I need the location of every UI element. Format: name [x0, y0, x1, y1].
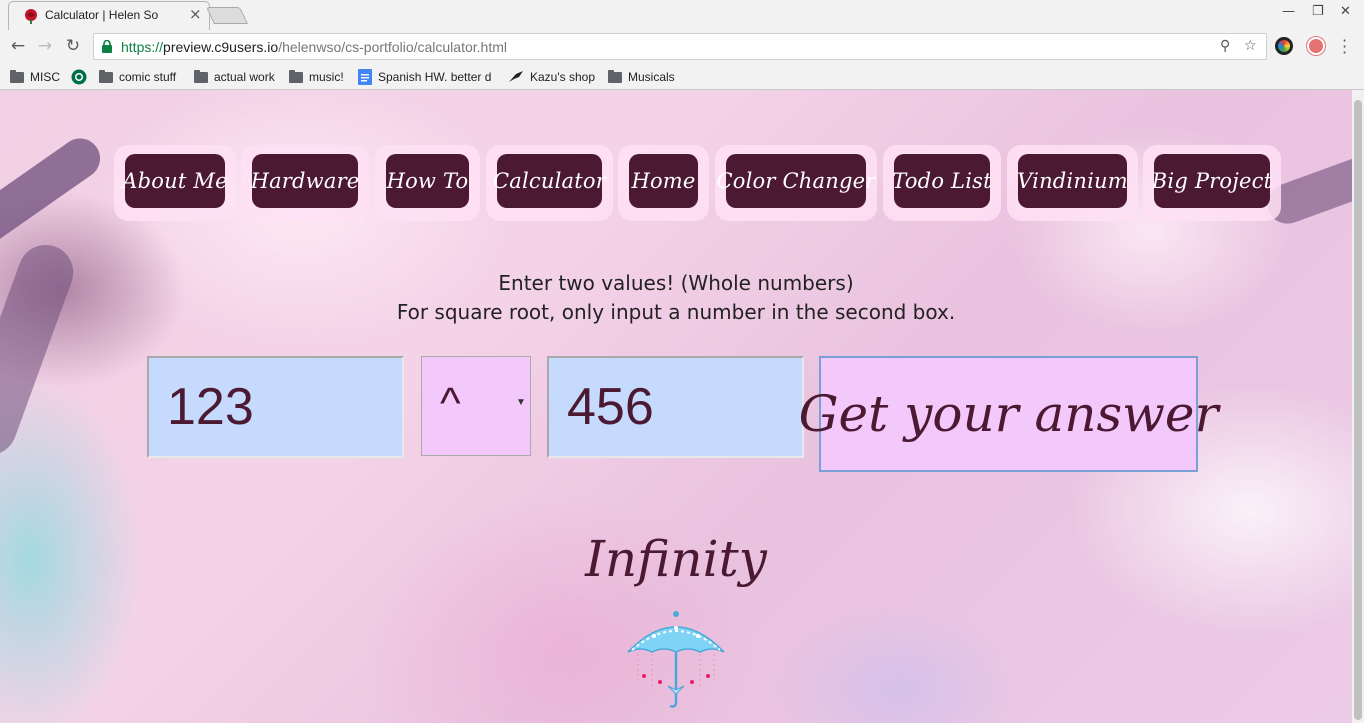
nav-item-vindinium: Vindinium: [1007, 145, 1138, 221]
new-tab-button[interactable]: [206, 7, 248, 24]
reload-icon[interactable]: ↻: [62, 36, 84, 56]
nav-item-about-me: About Me: [114, 145, 236, 221]
restore-icon[interactable]: ❐: [1312, 4, 1324, 19]
folder-icon: [10, 69, 24, 83]
bookmark-star-icon[interactable]: ☆: [1244, 38, 1257, 54]
bookmark-spanish-hw[interactable]: Spanish HW. better d: [358, 68, 491, 86]
bookmark-kazus-shop[interactable]: Kazu's shop: [508, 68, 595, 86]
nav-item-big-project: Big Project: [1143, 145, 1281, 221]
instructions-line-1: Enter two values! (Whole numbers): [498, 271, 854, 295]
tab-title: Calculator | Helen So: [45, 8, 159, 22]
lock-icon: [102, 40, 112, 53]
bookmark-comic-stuff[interactable]: comic stuff: [99, 68, 176, 86]
bookmark-music[interactable]: music!: [289, 68, 344, 86]
nav-button-home[interactable]: Home: [629, 154, 698, 208]
nav-button-hardware[interactable]: Hardware: [251, 154, 359, 208]
scrollbar-thumb[interactable]: [1354, 100, 1362, 720]
operator-select[interactable]: ^ ▼: [421, 356, 531, 456]
window-close-icon[interactable]: ✕: [1340, 4, 1351, 19]
menu-icon[interactable]: · · ·: [1342, 33, 1347, 61]
operator-value: ^: [440, 379, 461, 428]
tab-calculator[interactable]: Calculator | Helen So ×: [8, 1, 210, 30]
folder-icon: [194, 69, 208, 83]
folder-icon: [99, 69, 113, 83]
nav-button-calculator[interactable]: Calculator: [493, 154, 606, 208]
forward-icon[interactable]: →: [34, 36, 56, 56]
instructions-line-2: For square root, only input a number in …: [396, 300, 956, 324]
bookmark-actual-work[interactable]: actual work: [194, 68, 275, 86]
color-extension-icon[interactable]: [1275, 37, 1293, 55]
nav-button-vindinium[interactable]: Vindinium: [1017, 154, 1128, 208]
bookmark-musicals[interactable]: Musicals: [608, 68, 675, 86]
rose-favicon-icon: [25, 9, 37, 24]
nav-item-home: Home: [618, 145, 709, 221]
url-text: https://preview.c9users.io/helenwso/cs-p…: [121, 39, 507, 55]
get-answer-button[interactable]: Get your answer: [799, 356, 1218, 472]
bird-icon: [509, 71, 523, 82]
nav-button-about-me[interactable]: About Me: [122, 154, 228, 208]
nav-button-todo-list[interactable]: Todo List: [892, 154, 992, 208]
tab-strip: Calculator | Helen So × — ❐ ✕: [0, 0, 1364, 30]
address-bar[interactable]: https://preview.c9users.io/helenwso/cs-p…: [93, 33, 1267, 60]
second-number-input[interactable]: 456: [547, 356, 804, 458]
docs-icon: [358, 69, 372, 85]
bookmark-starbucks[interactable]: [71, 68, 87, 86]
profile-extension-icon[interactable]: [1307, 37, 1325, 55]
result-text: Infinity: [585, 530, 767, 588]
bookmark-misc[interactable]: MISC: [10, 68, 60, 86]
nav-item-todo-list: Todo List: [883, 145, 1001, 221]
background-branch: [0, 130, 108, 250]
bookmarks-bar: MISC comic stuff actual work music! Span…: [0, 64, 1364, 90]
umbrella-icon: [627, 611, 725, 708]
dropdown-arrow-icon: ▼: [516, 397, 526, 408]
browser-toolbar: ← → ↻ https://preview.c9users.io/helenws…: [0, 30, 1364, 64]
folder-icon: [289, 69, 303, 83]
minimize-icon[interactable]: —: [1282, 4, 1295, 19]
nav-item-how-to: How To: [375, 145, 480, 221]
page-scrollbar[interactable]: [1352, 90, 1364, 723]
first-number-input[interactable]: 123: [147, 356, 404, 458]
tab-close-icon[interactable]: ×: [189, 5, 202, 23]
nav-item-color-changer: Color Changer: [715, 145, 877, 221]
folder-icon: [608, 69, 622, 83]
nav-item-calculator: Calculator: [486, 145, 613, 221]
nav-item-hardware: Hardware: [241, 145, 369, 221]
zoom-icon[interactable]: ⚲: [1220, 38, 1230, 54]
page-viewport: About Me Hardware How To Calculator Home…: [0, 90, 1352, 723]
nav-button-how-to[interactable]: How To: [386, 154, 469, 208]
nav-button-big-project[interactable]: Big Project: [1152, 154, 1272, 208]
nav-button-color-changer[interactable]: Color Changer: [717, 154, 875, 208]
starbucks-icon: [71, 69, 87, 85]
back-icon[interactable]: ←: [7, 36, 29, 56]
